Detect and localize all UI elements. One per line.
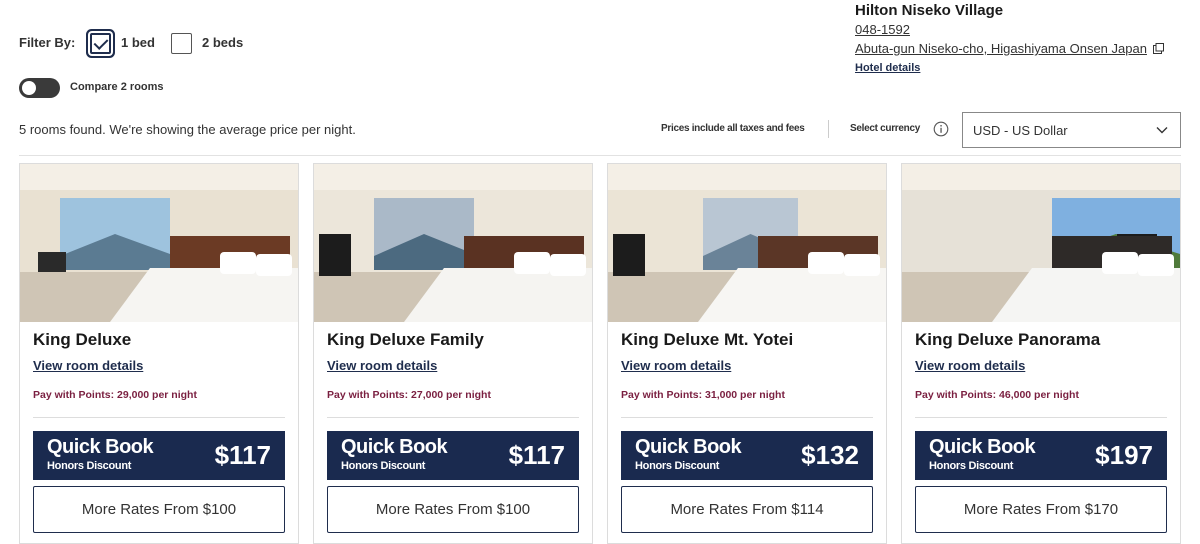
card-divider (33, 417, 285, 418)
quick-book-price: $117 (214, 440, 271, 470)
filter-1-bed-checkbox[interactable] (90, 33, 111, 54)
quick-book-label: Quick Book (929, 436, 1036, 458)
hotel-name: Hilton Niseko Village (855, 2, 1004, 19)
room-card: King Deluxe View room details Pay with P… (19, 163, 299, 544)
divider (828, 120, 829, 138)
room-points-price: Pay with Points: 46,000 per night (915, 389, 1079, 401)
results-summary: 5 rooms found. We're showing the average… (19, 122, 356, 137)
info-icon[interactable] (933, 121, 949, 137)
filter-2-beds-checkbox[interactable] (171, 33, 192, 54)
quick-book-button[interactable]: Quick Book Honors Discount $117 (33, 431, 285, 480)
quick-book-button[interactable]: Quick Book Honors Discount $197 (915, 431, 1167, 480)
toggle-knob (22, 81, 36, 95)
room-title: King Deluxe Panorama (915, 330, 1101, 349)
view-room-details-link[interactable]: View room details (327, 358, 437, 373)
honors-discount-label: Honors Discount (635, 460, 720, 472)
card-divider (327, 417, 579, 418)
room-points-price: Pay with Points: 29,000 per night (33, 389, 197, 401)
filter-2-beds-label[interactable]: 2 beds (202, 35, 243, 50)
room-title: King Deluxe (33, 330, 132, 349)
currency-select[interactable]: USD - US Dollar (962, 112, 1181, 148)
filter-by-label: Filter By: (19, 35, 76, 50)
room-points-price: Pay with Points: 27,000 per night (327, 389, 491, 401)
room-card: King Deluxe Family View room details Pay… (313, 163, 593, 544)
room-card: King Deluxe Mt. Yotei View room details … (607, 163, 887, 544)
hotel-details-link[interactable]: Hotel details (855, 62, 920, 74)
view-room-details-link[interactable]: View room details (915, 358, 1025, 373)
room-title: King Deluxe Mt. Yotei (621, 330, 794, 349)
quick-book-price: $132 (801, 440, 859, 470)
room-photo[interactable] (608, 164, 886, 322)
external-link-icon[interactable] (1153, 43, 1164, 54)
room-photo[interactable] (902, 164, 1180, 322)
quick-book-price: $197 (1095, 440, 1153, 470)
room-points-price: Pay with Points: 31,000 per night (621, 389, 785, 401)
prices-note: Prices include all taxes and fees (661, 123, 805, 134)
filter-1-bed-label[interactable]: 1 bed (121, 35, 155, 50)
section-divider (19, 155, 1181, 156)
quick-book-price: $117 (508, 440, 565, 470)
card-divider (621, 417, 873, 418)
honors-discount-label: Honors Discount (47, 460, 132, 472)
card-divider (915, 417, 1167, 418)
room-photo[interactable] (20, 164, 298, 322)
room-title: King Deluxe Family (327, 330, 484, 349)
compare-rooms-label: Compare 2 rooms (70, 81, 164, 93)
hotel-address-link[interactable]: Abuta-gun Niseko-cho, Higashiyama Onsen … (855, 41, 1147, 56)
room-card: King Deluxe Panorama View room details P… (901, 163, 1181, 544)
currency-selected-value: USD - US Dollar (973, 123, 1068, 138)
more-rates-button[interactable]: More Rates From $100 (33, 486, 285, 533)
room-photo[interactable] (314, 164, 592, 322)
quick-book-button[interactable]: Quick Book Honors Discount $117 (327, 431, 579, 480)
quick-book-label: Quick Book (341, 436, 448, 458)
more-rates-button[interactable]: More Rates From $170 (915, 486, 1167, 533)
hotel-postal-link[interactable]: 048-1592 (855, 22, 910, 37)
more-rates-button[interactable]: More Rates From $100 (327, 486, 579, 533)
quick-book-button[interactable]: Quick Book Honors Discount $132 (621, 431, 873, 480)
view-room-details-link[interactable]: View room details (33, 358, 143, 373)
view-room-details-link[interactable]: View room details (621, 358, 731, 373)
honors-discount-label: Honors Discount (341, 460, 426, 472)
quick-book-label: Quick Book (635, 436, 742, 458)
more-rates-button[interactable]: More Rates From $114 (621, 486, 873, 533)
quick-book-label: Quick Book (47, 436, 154, 458)
honors-discount-label: Honors Discount (929, 460, 1014, 472)
chevron-down-icon (1156, 127, 1168, 134)
compare-rooms-toggle[interactable] (19, 78, 60, 98)
select-currency-label: Select currency (850, 123, 920, 134)
